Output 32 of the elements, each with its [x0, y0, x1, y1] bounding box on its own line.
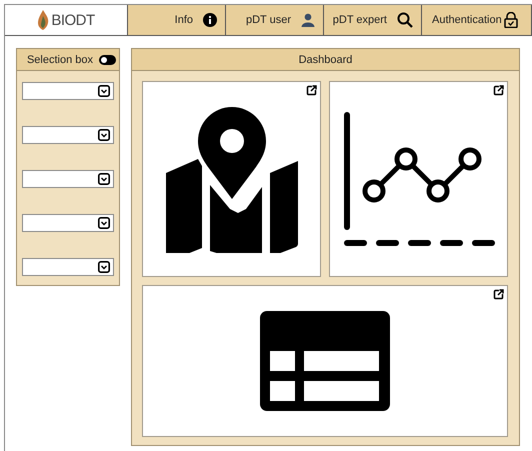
- external-link-icon[interactable]: [493, 289, 504, 300]
- external-link-icon[interactable]: [493, 85, 504, 96]
- flame-icon: [37, 10, 50, 30]
- dropdown-field[interactable]: [22, 82, 114, 100]
- panel-title: Selection box: [26, 54, 93, 66]
- nav-tab[interactable]: pDT user: [226, 5, 324, 35]
- dropdown-field[interactable]: [22, 214, 114, 232]
- dashboard-card[interactable]: [142, 81, 321, 277]
- search-icon: [397, 12, 413, 28]
- info-icon: [203, 13, 217, 27]
- map-pin-icon: [166, 105, 298, 253]
- panel-title: Dashboard: [298, 54, 352, 66]
- chevron-down-icon: [98, 85, 110, 97]
- line-chart-icon: [342, 111, 496, 247]
- nav-tab[interactable]: Authentication: [422, 5, 532, 35]
- dropdown-field[interactable]: [22, 258, 114, 276]
- chevron-down-icon: [98, 173, 110, 185]
- nav-tab[interactable]: Info: [128, 5, 226, 35]
- toggle-switch[interactable]: [99, 54, 116, 64]
- logo-text: BIODT: [51, 12, 95, 28]
- dashboard-card[interactable]: [142, 285, 508, 437]
- nav-tab[interactable]: pDT expert: [324, 5, 422, 35]
- chevron-down-icon: [98, 261, 110, 273]
- table-icon: [260, 311, 390, 411]
- external-link-icon[interactable]: [306, 85, 317, 96]
- chevron-down-icon: [98, 129, 110, 141]
- user-icon: [301, 13, 315, 27]
- chevron-down-icon: [98, 217, 110, 229]
- lock-icon: [504, 12, 518, 28]
- dropdown-field[interactable]: [22, 126, 114, 144]
- dropdown-field[interactable]: [22, 170, 114, 188]
- dashboard-card[interactable]: [329, 81, 508, 277]
